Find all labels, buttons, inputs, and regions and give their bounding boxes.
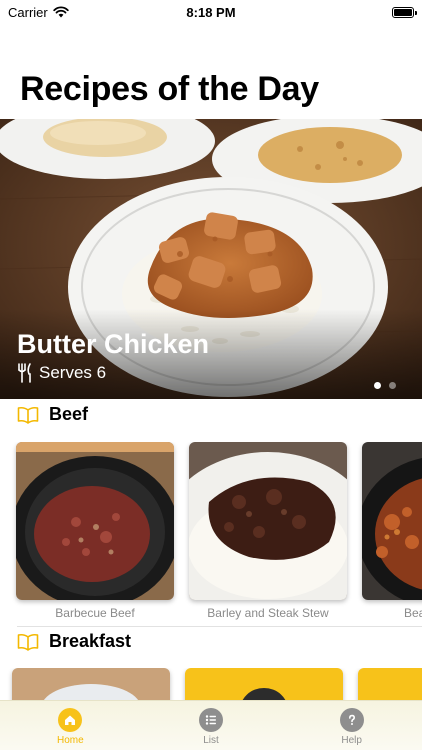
recipe-card[interactable]: Bea (362, 442, 422, 620)
wifi-icon (53, 6, 69, 18)
book-icon (17, 633, 39, 651)
recipe-card[interactable]: Barbecue Beef (16, 442, 174, 620)
tab-home[interactable]: Home (0, 701, 141, 750)
recipe-card[interactable] (358, 668, 422, 700)
section-title: Beef (49, 404, 89, 424)
featured-recipe-title: Butter Chicken (17, 329, 210, 359)
battery-icon (392, 6, 417, 18)
tab-label: List (203, 735, 219, 746)
book-icon (17, 406, 39, 424)
page-title: Recipes of the Day (20, 70, 319, 108)
fork-knife-icon (18, 363, 31, 383)
recipe-card[interactable]: Barley and Steak Stew (189, 442, 347, 620)
status-left: Carrier (8, 5, 69, 20)
carrier-label: Carrier (8, 4, 48, 20)
beef-recipe-row[interactable]: Barbecue Beef Barley and Steak Stew Be (0, 442, 422, 624)
featured-serves: Serves 6 (17, 363, 106, 383)
featured-recipe-card[interactable]: Butter Chicken Serves 6 (0, 119, 422, 399)
recipe-image (189, 442, 347, 600)
tab-help[interactable]: Help (281, 701, 422, 750)
section-divider (17, 626, 422, 627)
recipe-name: Barbecue Beef (55, 606, 135, 620)
tab-label: Help (341, 735, 362, 746)
recipe-card[interactable] (185, 668, 343, 700)
featured-serves-label: Serves 6 (39, 363, 107, 382)
recipe-name: Bea (404, 606, 422, 620)
recipe-name: Barley and Steak Stew (207, 606, 329, 620)
section-title: Breakfast (49, 631, 132, 651)
tab-bar: Home List Help (0, 700, 422, 750)
breakfast-recipe-row[interactable] (0, 668, 422, 700)
section-header-breakfast: Breakfast (17, 631, 131, 652)
recipe-image (16, 442, 174, 600)
recipe-image (12, 668, 170, 700)
recipe-card[interactable] (12, 668, 170, 700)
tab-list[interactable]: List (141, 701, 282, 750)
section-header-beef: Beef (17, 404, 88, 425)
status-bar: Carrier 8:18 PM (0, 0, 422, 24)
tab-label: Home (56, 735, 84, 746)
recipe-image (362, 442, 422, 600)
help-icon (339, 708, 364, 732)
list-icon (199, 708, 223, 732)
page-indicator[interactable] (374, 382, 396, 389)
recipe-image (358, 668, 422, 700)
page-dot-1[interactable] (374, 382, 381, 389)
page-dot-2[interactable] (389, 382, 396, 389)
home-icon (58, 708, 83, 732)
recipe-image (185, 668, 343, 700)
